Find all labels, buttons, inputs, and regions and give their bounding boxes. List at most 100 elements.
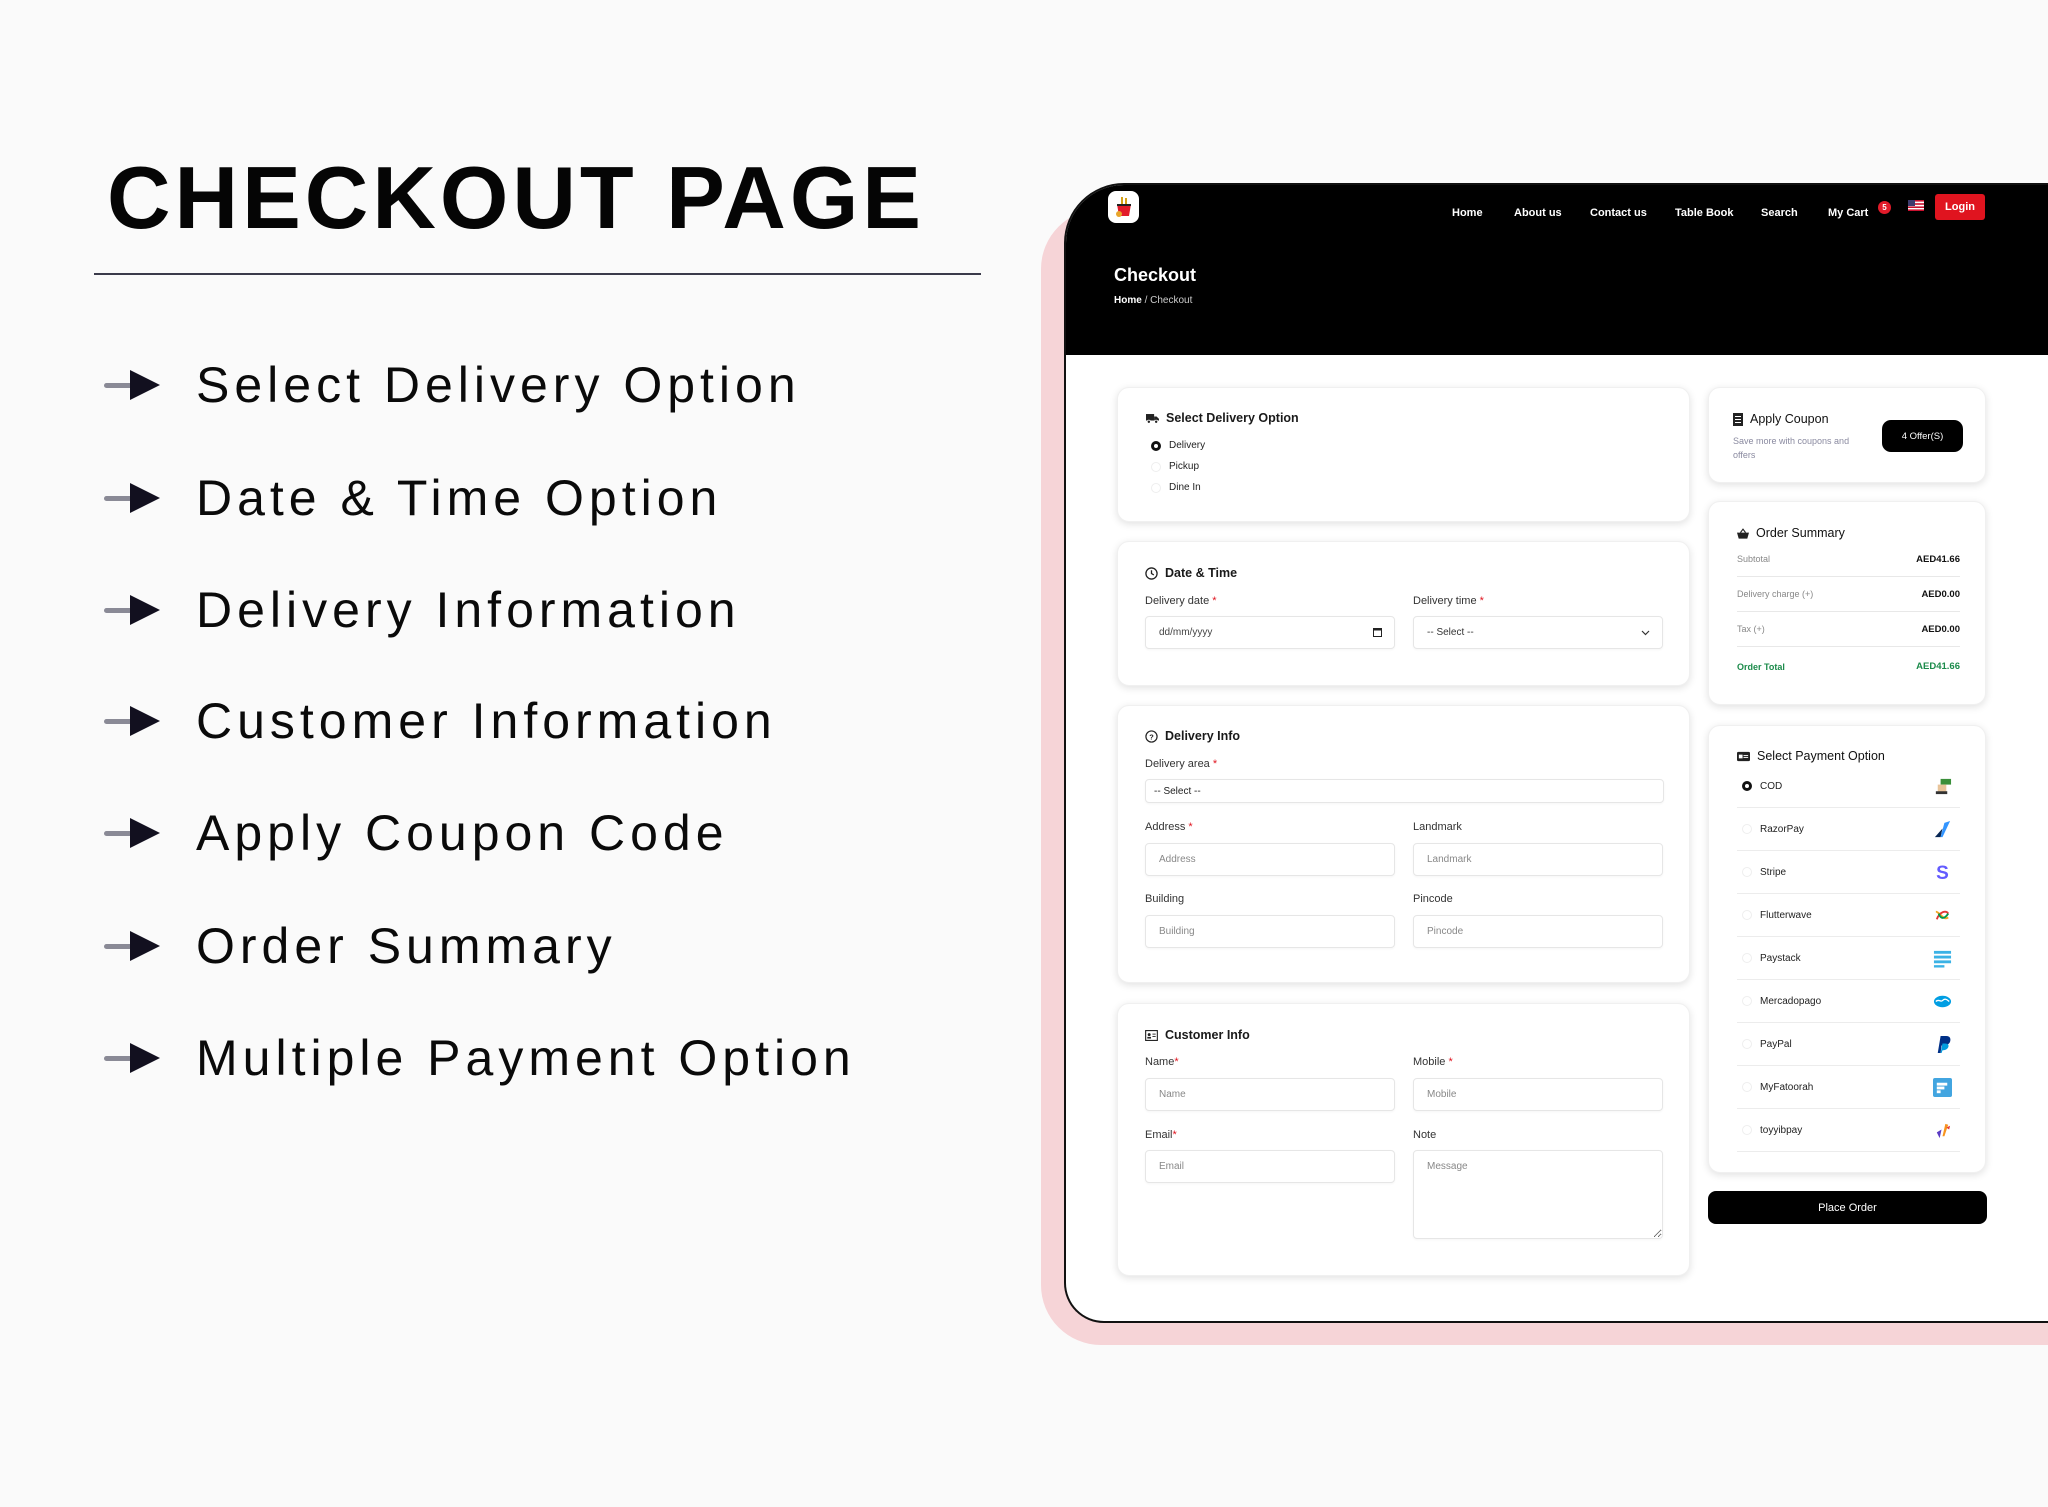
calendar-icon[interactable] bbox=[1373, 628, 1382, 637]
chevron-down-icon bbox=[1641, 630, 1650, 635]
payment-option-stripe[interactable]: Stripe S bbox=[1737, 851, 1960, 894]
page-title: Checkout bbox=[1114, 265, 1197, 285]
feature-item: Delivery Information bbox=[104, 580, 741, 640]
cart-count-badge: 5 bbox=[1878, 201, 1891, 214]
feature-item: Apply Coupon Code bbox=[104, 803, 729, 863]
nav-table-book[interactable]: Table Book bbox=[1675, 207, 1733, 219]
title-divider bbox=[94, 273, 981, 275]
stripe-icon: S bbox=[1936, 863, 1949, 882]
payment-option-toyyibpay[interactable]: toyyibpay bbox=[1737, 1109, 1960, 1152]
date-time-heading: Date & Time bbox=[1165, 566, 1238, 580]
delivery-option-heading: Select Delivery Option bbox=[1166, 411, 1299, 425]
landmark-input[interactable] bbox=[1413, 843, 1663, 876]
address-input[interactable] bbox=[1145, 843, 1395, 876]
feature-item: Order Summary bbox=[104, 916, 617, 976]
payment-options-list: COD RazorPay Stripe S Flutterwave Paysta… bbox=[1737, 765, 1960, 1152]
name-label: Name* bbox=[1145, 1056, 1179, 1068]
clock-icon bbox=[1145, 566, 1158, 580]
landmark-label: Landmark bbox=[1413, 821, 1462, 833]
nav-about[interactable]: About us bbox=[1514, 207, 1562, 219]
receipt-icon bbox=[1733, 412, 1743, 426]
payment-option-myfatoorah[interactable]: MyFatoorah bbox=[1737, 1066, 1960, 1109]
address-label: Address * bbox=[1145, 821, 1193, 833]
building-input[interactable] bbox=[1145, 915, 1395, 948]
site-header: Home About us Contact us Table Book Sear… bbox=[1066, 185, 2048, 355]
payment-option-paystack[interactable]: Paystack bbox=[1737, 937, 1960, 980]
basket-icon bbox=[1737, 527, 1749, 539]
delivery-date-input[interactable]: dd/mm/yyyy bbox=[1145, 616, 1395, 649]
logo[interactable] bbox=[1108, 191, 1139, 223]
food-bucket-icon bbox=[1115, 197, 1131, 217]
flutterwave-icon bbox=[1935, 910, 1950, 920]
pincode-input[interactable] bbox=[1413, 915, 1663, 948]
razorpay-icon bbox=[1934, 820, 1951, 838]
breadcrumb: Home / Checkout bbox=[1114, 295, 1192, 306]
mercadopago-icon bbox=[1933, 995, 1952, 1008]
coupon-heading: Apply Coupon bbox=[1750, 412, 1829, 426]
feature-item: Select Delivery Option bbox=[104, 355, 801, 415]
order-summary-heading: Order Summary bbox=[1756, 526, 1845, 540]
note-textarea[interactable] bbox=[1413, 1150, 1663, 1239]
paypal-icon bbox=[1937, 1035, 1951, 1054]
breadcrumb-home[interactable]: Home bbox=[1114, 295, 1142, 306]
myfatoorah-icon bbox=[1933, 1078, 1952, 1097]
email-input[interactable] bbox=[1145, 1150, 1395, 1183]
mobile-input[interactable] bbox=[1413, 1078, 1663, 1111]
delivery-date-label: Delivery date * bbox=[1145, 595, 1217, 607]
radio-pickup[interactable]: Pickup bbox=[1151, 461, 1199, 472]
name-input[interactable] bbox=[1145, 1078, 1395, 1111]
nav-my-cart[interactable]: My Cart bbox=[1828, 207, 1868, 219]
radio-delivery[interactable]: Delivery bbox=[1151, 440, 1205, 451]
delivery-time-select[interactable]: -- Select -- bbox=[1413, 616, 1663, 649]
place-order-button[interactable]: Place Order bbox=[1708, 1191, 1987, 1224]
payment-card: Select Payment Option COD RazorPay Strip… bbox=[1708, 725, 1986, 1173]
summary-row-tax: Tax (+) AED0.00 bbox=[1737, 612, 1960, 647]
promo-title: CHECKOUT PAGE bbox=[107, 148, 925, 247]
building-label: Building bbox=[1145, 893, 1185, 905]
login-button[interactable]: Login bbox=[1935, 194, 1985, 220]
delivery-info-heading: Delivery Info bbox=[1165, 729, 1241, 743]
payment-option-paypal[interactable]: PayPal bbox=[1737, 1023, 1960, 1066]
order-summary-card: Order Summary Subtotal AED41.66 Delivery … bbox=[1708, 501, 1986, 705]
nav-contact[interactable]: Contact us bbox=[1590, 207, 1647, 219]
customer-info-heading: Customer Info bbox=[1165, 1028, 1250, 1042]
feature-item: Customer Information bbox=[104, 691, 777, 751]
feature-item: Date & Time Option bbox=[104, 468, 722, 528]
arrow-right-icon bbox=[104, 1043, 162, 1073]
help-circle-icon: ? bbox=[1145, 729, 1158, 743]
delivery-area-select[interactable]: -- Select -- bbox=[1145, 779, 1664, 803]
breadcrumb-current: Checkout bbox=[1150, 295, 1193, 306]
svg-text:?: ? bbox=[1149, 732, 1154, 741]
customer-info-card: Customer Info Name* Mobile * Email* Note bbox=[1117, 1003, 1690, 1276]
date-time-card: Date & Time Delivery date * Delivery tim… bbox=[1117, 541, 1690, 686]
id-card-icon bbox=[1145, 1029, 1158, 1041]
paystack-icon bbox=[1933, 950, 1952, 968]
nav-search[interactable]: Search bbox=[1761, 207, 1798, 219]
breadcrumb-separator: / bbox=[1144, 295, 1148, 306]
delivery-time-label: Delivery time * bbox=[1413, 595, 1484, 607]
pincode-label: Pincode bbox=[1413, 893, 1453, 905]
arrow-right-icon bbox=[104, 483, 162, 513]
delivery-info-card: ? Delivery Info Delivery area * -- Selec… bbox=[1117, 705, 1690, 983]
radio-dine-in[interactable]: Dine In bbox=[1151, 482, 1201, 493]
payment-option-mercadopago[interactable]: Mercadopago bbox=[1737, 980, 1960, 1023]
payment-option-flutterwave[interactable]: Flutterwave bbox=[1737, 894, 1960, 937]
truck-icon bbox=[1146, 413, 1159, 424]
feature-item: Multiple Payment Option bbox=[104, 1028, 856, 1088]
payment-option-cod[interactable]: COD bbox=[1737, 765, 1960, 808]
svg-text:S: S bbox=[1936, 863, 1949, 882]
summary-row-subtotal: Subtotal AED41.66 bbox=[1737, 542, 1960, 577]
mobile-label: Mobile * bbox=[1413, 1056, 1453, 1068]
toyyibpay-icon bbox=[1936, 1123, 1951, 1139]
payment-option-razorpay[interactable]: RazorPay bbox=[1737, 808, 1960, 851]
arrow-right-icon bbox=[104, 370, 162, 400]
coupon-subtitle: Save more with coupons and offers bbox=[1733, 436, 1850, 460]
arrow-right-icon bbox=[104, 595, 162, 625]
payment-heading: Select Payment Option bbox=[1757, 749, 1885, 763]
nav-home[interactable]: Home bbox=[1452, 207, 1483, 219]
credit-card-icon bbox=[1737, 751, 1750, 761]
arrow-right-icon bbox=[104, 706, 162, 736]
view-offers-button[interactable]: 4 Offer(S) bbox=[1882, 420, 1963, 452]
coupon-card: Apply Coupon Save more with coupons and … bbox=[1708, 387, 1986, 483]
us-flag-icon[interactable] bbox=[1908, 200, 1924, 211]
